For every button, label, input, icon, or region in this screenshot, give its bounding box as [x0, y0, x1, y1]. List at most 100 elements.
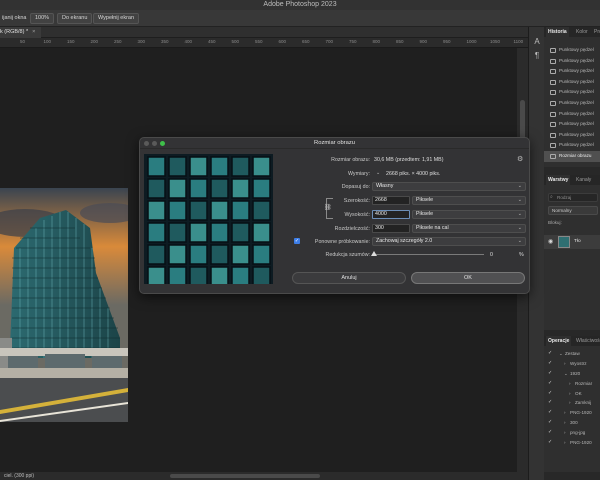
- horizontal-ruler[interactable]: 50 100 150 200 250 300 350 400 450 500 550 600 650 70…: [0, 38, 528, 48]
- tab-properties[interactable]: Właściwości: [574, 336, 600, 346]
- tab-swatches[interactable]: Próbki: [592, 27, 600, 37]
- tab-history[interactable]: Historia: [546, 27, 569, 37]
- history-item-label: Punktowy pędzel: [559, 68, 594, 74]
- chevron-down-icon[interactable]: ⌄: [564, 369, 568, 379]
- document-tab-title: k (RGB/8) *: [0, 29, 29, 35]
- chain-link-icon[interactable]: ⛓: [324, 204, 332, 211]
- action-item[interactable]: ✓ ⌄ 1920: [544, 369, 600, 379]
- blend-mode-select[interactable]: Normalny: [548, 206, 598, 215]
- minimize-window-icon[interactable]: [152, 141, 157, 146]
- resolution-unit-value: Piksele na cal: [416, 225, 449, 231]
- layer-filter-input[interactable]: ⌕ Rodzaj: [548, 193, 598, 202]
- resolution-input[interactable]: 300: [372, 224, 410, 233]
- layer-row[interactable]: ◉ Tło: [544, 235, 600, 249]
- chevron-down-icon[interactable]: ⌄: [376, 170, 380, 176]
- eye-icon[interactable]: ◉: [548, 238, 553, 245]
- chevron-right-icon[interactable]: ›: [564, 418, 566, 428]
- action-item-label: PNG-1920: [570, 440, 592, 446]
- chevron-right-icon[interactable]: ›: [564, 359, 566, 369]
- history-item[interactable]: Punktowy pędzel: [544, 77, 600, 88]
- fill-screen-button[interactable]: Wypełnij ekran: [93, 13, 140, 24]
- check-icon[interactable]: ✓: [548, 398, 552, 408]
- zoom-100-button[interactable]: 100%: [30, 13, 55, 24]
- action-item-label: Wyostrz: [570, 360, 587, 366]
- paragraph-icon[interactable]: ¶: [532, 51, 542, 61]
- resolution-label: Rozdzielczość:: [334, 226, 370, 232]
- close-window-icon[interactable]: [144, 141, 149, 146]
- fit-screen-button[interactable]: Do ekranu: [57, 13, 93, 24]
- ruler-tick-label: 950: [443, 39, 451, 44]
- tab-actions[interactable]: Operacje: [546, 336, 572, 346]
- check-icon[interactable]: ✓: [548, 379, 552, 389]
- chevron-right-icon[interactable]: ›: [564, 408, 566, 418]
- tab-channels[interactable]: Kanały: [574, 175, 593, 185]
- tab-color[interactable]: Kolor: [574, 27, 590, 37]
- action-item[interactable]: ✓ › png-jpg: [544, 428, 600, 438]
- noise-reduction-slider[interactable]: [374, 254, 484, 255]
- action-item[interactable]: ✓ › Zamknij: [544, 398, 600, 408]
- check-icon[interactable]: ✓: [548, 359, 552, 369]
- gear-icon[interactable]: ⚙: [517, 155, 523, 163]
- history-item[interactable]: Rozmiar obrazu: [544, 150, 600, 162]
- check-icon[interactable]: ✓: [548, 369, 552, 379]
- history-item-label: Punktowy pędzel: [559, 99, 594, 105]
- maximize-window-icon[interactable]: [160, 141, 165, 146]
- width-input[interactable]: 2668: [372, 196, 410, 205]
- resolution-unit-select[interactable]: Piksele na cal ⌄: [412, 224, 526, 233]
- action-item[interactable]: ✓ › OK: [544, 389, 600, 399]
- chevron-down-icon[interactable]: ⌄: [559, 349, 563, 359]
- options-bar: ijanij okna 100% Do ekranu Wypełnij ekra…: [0, 10, 600, 27]
- history-item[interactable]: Punktowy pędzel: [544, 45, 600, 56]
- history-item[interactable]: Punktowy pędzel: [544, 130, 600, 141]
- horizontal-scroll-thumb[interactable]: [170, 474, 320, 478]
- layer-name: Tło: [574, 239, 581, 244]
- check-icon[interactable]: ✓: [548, 418, 552, 428]
- character-icon[interactable]: A: [532, 37, 542, 47]
- height-input[interactable]: 4000: [372, 210, 410, 219]
- fit-to-select[interactable]: Własny ⌄: [372, 182, 526, 191]
- resample-select[interactable]: Zachowaj szczegóły 2.0 ⌄: [372, 237, 526, 246]
- height-unit-select[interactable]: Piksele ⌄: [412, 210, 526, 219]
- ruler-tick-label: 800: [372, 39, 381, 44]
- noise-reduction-slider-thumb[interactable]: [371, 251, 377, 256]
- action-item[interactable]: ✓ › PNG-1920: [544, 408, 600, 418]
- history-item[interactable]: Punktowy pędzel: [544, 119, 600, 130]
- check-icon[interactable]: ✓: [548, 428, 552, 438]
- chevron-right-icon[interactable]: ›: [564, 438, 566, 448]
- check-icon[interactable]: ✓: [548, 408, 552, 418]
- chevron-right-icon[interactable]: ›: [569, 379, 571, 389]
- history-item[interactable]: Punktowy pędzel: [544, 56, 600, 67]
- cancel-button[interactable]: Anuluj: [292, 272, 406, 284]
- noise-reduction-value[interactable]: 0: [490, 252, 493, 258]
- close-icon[interactable]: ×: [32, 29, 35, 35]
- history-item[interactable]: Punktowy pędzel: [544, 109, 600, 120]
- action-item[interactable]: ✓ › Rozmiar: [544, 379, 600, 389]
- action-item[interactable]: ✓ › PNG-1920: [544, 438, 600, 448]
- ok-button[interactable]: OK: [411, 272, 525, 284]
- actions-list: ✓ ⌄ Zestaw ✓ › Wyostrz ✓ ⌄ 1920 ✓ › Rozmiar ✓ › OK ✓ › Za…: [544, 346, 600, 448]
- width-unit-select[interactable]: Piksele ⌄: [412, 196, 526, 205]
- ruler-tick-label: 500: [231, 39, 240, 44]
- check-icon[interactable]: ✓: [548, 438, 552, 448]
- history-item[interactable]: Punktowy pędzel: [544, 140, 600, 151]
- history-item[interactable]: Punktowy pędzel: [544, 98, 600, 109]
- tab-layers[interactable]: Warstwy: [546, 175, 571, 185]
- action-item[interactable]: ✓ ⌄ Zestaw: [544, 349, 600, 359]
- app-title: Adobe Photoshop 2023: [0, 0, 600, 10]
- image-preview[interactable]: [144, 154, 273, 284]
- chevron-right-icon[interactable]: ›: [569, 389, 571, 399]
- chevron-right-icon[interactable]: ›: [569, 398, 571, 408]
- history-state-icon: [550, 132, 556, 138]
- resize-windows-label[interactable]: ijanij okna: [0, 13, 26, 24]
- check-icon[interactable]: ✓: [548, 389, 552, 399]
- check-icon[interactable]: ✓: [548, 349, 552, 359]
- history-item[interactable]: Punktowy pędzel: [544, 66, 600, 77]
- history-state-icon: [550, 69, 556, 75]
- document-tab[interactable]: k (RGB/8) * ×: [0, 27, 42, 38]
- chevron-right-icon[interactable]: ›: [564, 428, 566, 438]
- action-item[interactable]: ✓ › 300: [544, 418, 600, 428]
- history-item-label: Punktowy pędzel: [559, 110, 594, 116]
- image-size-label: Rozmiar obrazu:: [331, 157, 370, 163]
- history-item[interactable]: Punktowy pędzel: [544, 87, 600, 98]
- action-item[interactable]: ✓ › Wyostrz: [544, 359, 600, 369]
